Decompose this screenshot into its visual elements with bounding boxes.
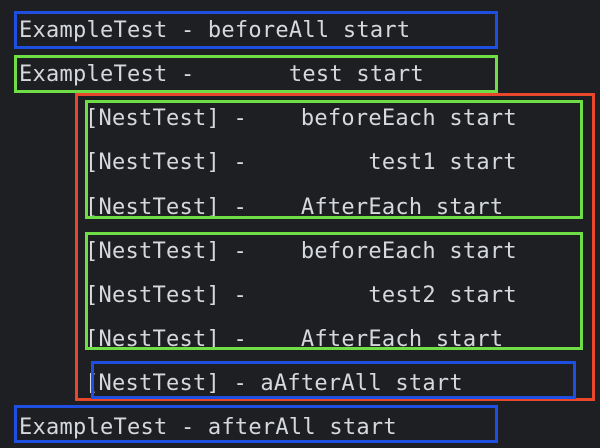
highlight-box-example-test xyxy=(14,55,498,93)
highlight-box-example-beforeall xyxy=(14,11,498,49)
highlight-box-nest-test1-cycle xyxy=(85,100,583,219)
highlight-box-example-afterall xyxy=(14,405,498,443)
highlight-box-nest-afterall xyxy=(91,361,576,399)
highlight-box-nest-test2-cycle xyxy=(85,232,583,350)
